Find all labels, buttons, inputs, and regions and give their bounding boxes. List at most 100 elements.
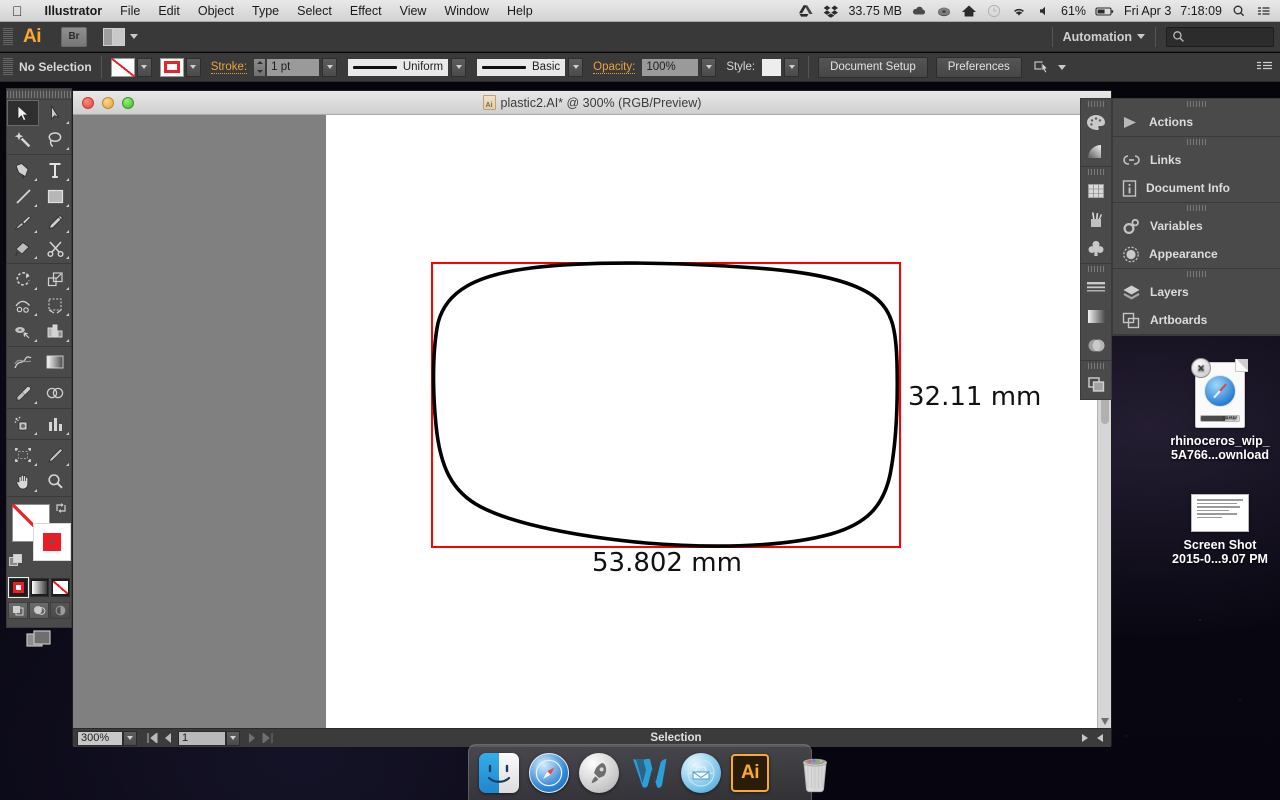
menu-item-help[interactable]: Help [498,4,542,18]
spotlight-search-icon[interactable] [1231,4,1247,18]
opacity-label[interactable]: Opacity: [593,61,636,74]
memory-usage-text[interactable]: 33.75 MB [848,4,902,18]
notification-center-icon[interactable] [1256,4,1272,18]
control-panel-menu-button[interactable] [1256,59,1280,75]
type-tool[interactable] [39,157,71,183]
brush-dropdown[interactable] [568,57,584,77]
panel-item-artboards[interactable]: Artboards [1113,306,1280,334]
fill-dropdown-button[interactable] [136,57,152,77]
pencil-tool[interactable] [39,209,71,235]
width-tool[interactable] [7,292,39,318]
stroke-dropdown-button[interactable] [185,57,201,77]
selection-tool[interactable] [7,100,39,126]
trash-dock-icon[interactable] [797,752,833,794]
menu-item-type[interactable]: Type [243,4,288,18]
illustrator-dock-icon[interactable]: Ai [731,752,769,794]
symbol-sprayer-tool[interactable] [7,411,39,437]
hscroll-left-button[interactable] [1092,731,1107,746]
zoom-level-dropdown[interactable] [123,730,137,746]
style-dropdown[interactable] [784,57,800,77]
arrange-documents-button[interactable] [103,27,138,46]
rectangle-tool[interactable] [39,183,71,209]
document-setup-button[interactable]: Document Setup [818,56,928,78]
cloud-icon[interactable] [911,4,927,18]
default-fill-stroke-icon[interactable] [9,554,23,568]
status-text[interactable]: Selection [275,732,1077,744]
lens-outline-path[interactable] [431,261,900,548]
mailbox-dock-icon[interactable] [681,752,721,794]
wifi-icon[interactable] [1011,4,1027,18]
stroke-panel-icon[interactable] [1081,273,1111,302]
stroke-profile-select[interactable]: Uniform [347,57,450,77]
opacity-input[interactable]: 100% [641,57,700,77]
lasso-tool[interactable] [39,126,71,152]
column-graph-tool[interactable] [39,411,71,437]
graph-tool[interactable] [39,318,71,344]
symbols-panel-icon[interactable] [1081,234,1111,263]
rotate-tool[interactable] [7,266,39,292]
menu-item-effect[interactable]: Effect [341,4,391,18]
panel-item-variables[interactable]: Variables [1113,212,1280,240]
pen-tool[interactable] [7,157,39,183]
volume-icon[interactable] [1036,4,1052,18]
disc-icon[interactable] [936,4,952,18]
apple-menu-icon[interactable]:  [0,4,36,18]
transparency-panel-icon[interactable] [1081,331,1111,360]
scale-tool[interactable] [39,266,71,292]
first-artboard-button[interactable] [145,731,160,746]
blob-brush-tool[interactable] [7,235,39,261]
select-similar-objects-button[interactable] [1034,59,1066,75]
stroke-profile-dropdown[interactable] [451,57,467,77]
mesh-tool[interactable] [7,349,39,375]
scroll-down-button[interactable] [1098,714,1111,728]
scissors-tool[interactable] [39,235,71,261]
blend-tool[interactable] [39,380,71,406]
gradient2-panel-icon[interactable] [1081,302,1111,331]
word-dock-icon[interactable] [629,752,671,794]
menu-item-edit[interactable]: Edit [149,4,189,18]
preferences-button[interactable]: Preferences [935,56,1022,78]
perspective-grid-tool[interactable] [7,318,39,344]
finder-dock-icon[interactable] [479,752,519,794]
menu-item-view[interactable]: View [391,4,436,18]
menu-item-file[interactable]: File [111,4,149,18]
gradient-panel-icon[interactable] [1081,137,1111,166]
stroke-weight-dropdown[interactable] [322,57,338,77]
safari-dock-icon[interactable] [529,752,569,794]
chevron-down-icon[interactable] [1137,34,1145,39]
help-search-input[interactable] [1166,26,1274,47]
draw-inside-button[interactable] [50,602,70,619]
launchpad-dock-icon[interactable] [579,752,619,794]
canvas-area[interactable]: 32.11 mm 53.802 mm [73,115,1097,728]
stroke-swatch[interactable] [33,523,71,561]
menu-item-window[interactable]: Window [435,4,497,18]
home-icon[interactable] [961,4,977,18]
eyedropper-tool[interactable] [7,380,39,406]
gradient-tool[interactable] [39,349,71,375]
panel-item-document-info[interactable]: Document Info [1113,174,1280,202]
artboard-number-input[interactable]: 1 [178,730,226,746]
change-screen-mode-button[interactable] [26,630,52,650]
workspace-switcher[interactable]: Automation [1063,30,1132,44]
graphic-style-swatch[interactable] [761,57,783,77]
google-drive-icon[interactable] [798,4,814,18]
previous-artboard-button[interactable] [160,731,175,746]
none-button[interactable] [50,578,70,597]
pathfinder-panel-icon[interactable] [1081,370,1111,399]
free-transform-tool[interactable] [39,292,71,318]
zoom-level-input[interactable]: 300% [77,730,123,746]
artboard-dropdown[interactable] [226,730,240,746]
menu-item-object[interactable]: Object [189,4,243,18]
fill-color-swatch[interactable] [110,57,135,77]
stroke-weight-label[interactable]: Stroke: [210,61,248,74]
next-artboard-button[interactable] [245,731,260,746]
swatches-panel-icon[interactable] [1081,176,1111,205]
slice-tool[interactable] [39,442,71,468]
menu-item-illustrator[interactable]: Illustrator [36,4,112,18]
menu-item-select[interactable]: Select [288,4,341,18]
swap-fill-stroke-icon[interactable] [55,502,67,514]
panel-item-actions[interactable]: Actions [1113,108,1280,136]
stroke-color-swatch[interactable] [159,57,184,77]
color-panel-icon[interactable] [1081,108,1111,137]
stroke-weight-stepper[interactable] [253,57,267,77]
